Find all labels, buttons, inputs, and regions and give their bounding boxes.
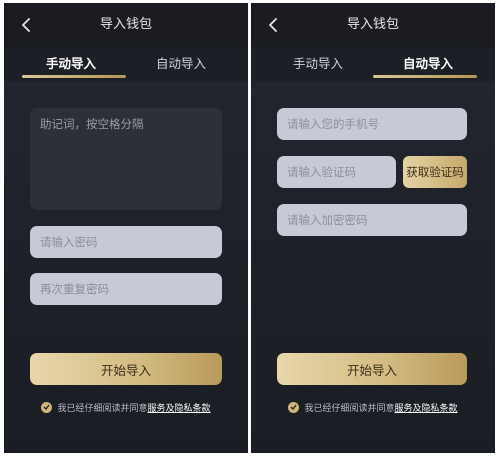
verification-code-input[interactable]: 请输入验证码 [277,156,396,188]
agreement-text: 我已经仔细阅读并同意 [304,403,395,414]
active-tab-indicator [373,75,477,78]
phone-placeholder: 请输入您的手机号 [287,117,379,131]
checkmark-icon[interactable] [41,401,53,413]
get-code-button[interactable]: 获取验证码 [403,156,467,188]
header: 导入钱包 [4,3,248,47]
agreement-row: 我已经仔细阅读并同意 服务及隐私条款 [4,399,248,415]
repeat-password-input[interactable]: 再次重复密码 [30,273,222,305]
repeat-password-placeholder: 再次重复密码 [40,282,109,296]
tab-manual-import[interactable]: 手动导入 [263,47,373,81]
active-tab-indicator [22,75,126,78]
start-import-button[interactable]: 开始导入 [277,353,467,385]
start-import-button[interactable]: 开始导入 [30,353,222,385]
agreement-text: 我已经仔细阅读并同意 [57,403,148,414]
agreement-row: 我已经仔细阅读并同意 服务及隐私条款 [251,399,495,415]
tab-bar: 手动导入 自动导入 [251,47,495,81]
encrypt-password-placeholder: 请输入加密密码 [287,213,368,227]
mnemonic-input[interactable]: 助记词，按空格分隔 [30,108,222,210]
checkmark-icon[interactable] [288,401,300,413]
phone-input[interactable]: 请输入您的手机号 [277,108,467,140]
encrypt-password-input[interactable]: 请输入加密密码 [277,204,467,236]
header: 导入钱包 [251,3,495,47]
terms-link[interactable]: 服务及隐私条款 [395,401,458,414]
terms-link[interactable]: 服务及隐私条款 [148,401,211,414]
tab-auto-import[interactable]: 自动导入 [126,47,236,81]
page-title: 导入钱包 [346,17,399,32]
auto-import-screen: 导入钱包 手动导入 自动导入 请输入您的手机号 请输入验证码 获取验证码 请输入… [251,3,495,453]
manual-import-screen: 导入钱包 手动导入 自动导入 助记词，按空格分隔 请输入密码 再次重复密码 开始… [4,3,248,453]
mnemonic-placeholder: 助记词，按空格分隔 [40,117,144,131]
password-input[interactable]: 请输入密码 [30,226,222,258]
password-placeholder: 请输入密码 [40,235,98,249]
code-placeholder: 请输入验证码 [287,165,356,179]
tab-bar: 手动导入 自动导入 [4,47,248,81]
page-title: 导入钱包 [99,17,152,32]
